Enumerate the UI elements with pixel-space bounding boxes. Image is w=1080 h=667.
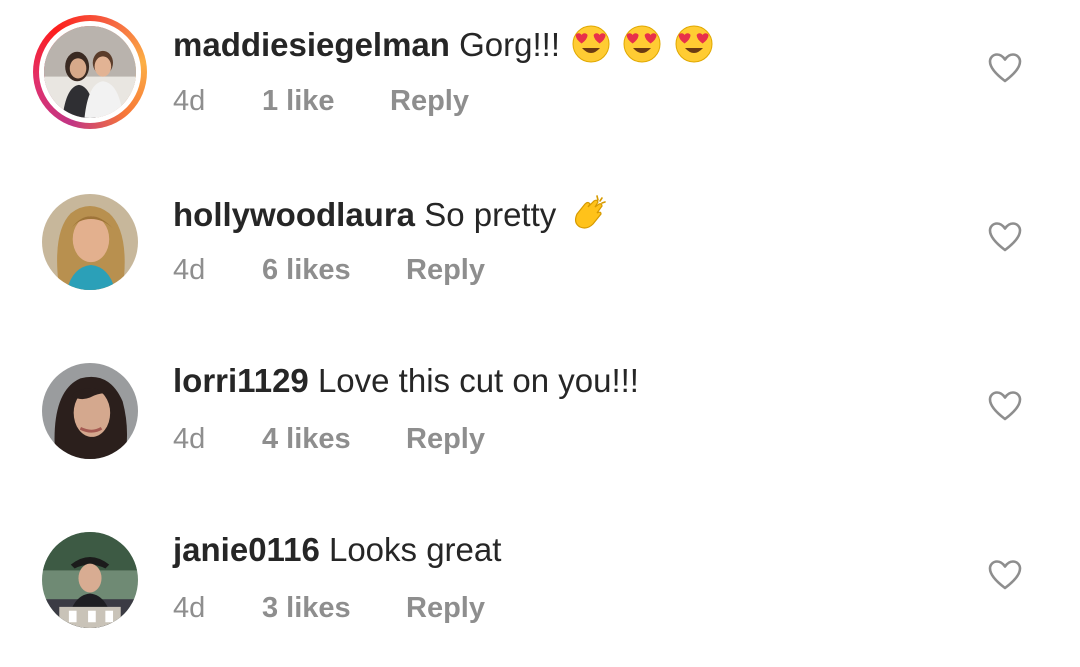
timestamp: 4d	[173, 592, 206, 624]
comment-line: janie0116 Looks great	[173, 530, 501, 570]
heart-outline-icon[interactable]	[988, 559, 1022, 591]
likes-count[interactable]: 4 likes	[262, 422, 351, 456]
timestamp: 4d	[173, 85, 206, 117]
username[interactable]: lorri1129	[173, 362, 309, 399]
reply-button[interactable]: Reply	[406, 422, 485, 456]
reply-button[interactable]: Reply	[406, 253, 485, 287]
avatar[interactable]	[42, 363, 138, 459]
timestamp: 4d	[173, 254, 206, 286]
heart-eyes-emoji	[571, 23, 611, 72]
avatar[interactable]	[42, 194, 138, 290]
comment-text: Looks great	[328, 531, 502, 568]
username[interactable]: hollywoodlaura	[173, 196, 415, 233]
avatar[interactable]	[39, 21, 141, 123]
heart-eyes-emoji	[622, 23, 662, 72]
comment-text: Love this cut on you!!!	[317, 362, 639, 399]
comment-line: hollywoodlaura So pretty	[173, 192, 609, 243]
comment-line: maddiesiegelman Gorg!!!	[173, 23, 714, 72]
comment-item: maddiesiegelman Gorg!!! 4d 1 like Reply	[0, 0, 1080, 150]
username[interactable]: maddiesiegelman	[173, 26, 450, 63]
avatar-wrap	[42, 532, 138, 628]
clapping-hands-emoji	[567, 192, 609, 243]
comment-line: lorri1129 Love this cut on you!!!	[173, 361, 639, 401]
comment-item: janie0116 Looks great 4d 3 likes Reply	[0, 507, 1080, 657]
avatar-wrap	[42, 363, 138, 459]
comment-text: Gorg!!!	[459, 26, 560, 64]
heart-outline-icon[interactable]	[988, 390, 1022, 422]
avatar-wrap	[42, 194, 138, 290]
likes-count[interactable]: 3 likes	[262, 591, 351, 625]
avatar-story-ring[interactable]	[33, 15, 147, 129]
reply-button[interactable]: Reply	[406, 591, 485, 625]
likes-count[interactable]: 1 like	[262, 84, 335, 118]
reply-button[interactable]: Reply	[390, 84, 469, 118]
likes-count[interactable]: 6 likes	[262, 253, 351, 287]
timestamp: 4d	[173, 423, 206, 455]
heart-eyes-emoji	[674, 23, 714, 72]
heart-outline-icon[interactable]	[988, 221, 1022, 253]
username[interactable]: janie0116	[173, 531, 320, 568]
comment-text: So pretty	[424, 196, 557, 234]
comment-item: lorri1129 Love this cut on you!!! 4d 4 l…	[0, 338, 1080, 488]
heart-outline-icon[interactable]	[988, 52, 1022, 84]
comment-item: hollywoodlaura So pretty 4d 6 likes Repl…	[0, 169, 1080, 319]
avatar[interactable]	[42, 532, 138, 628]
